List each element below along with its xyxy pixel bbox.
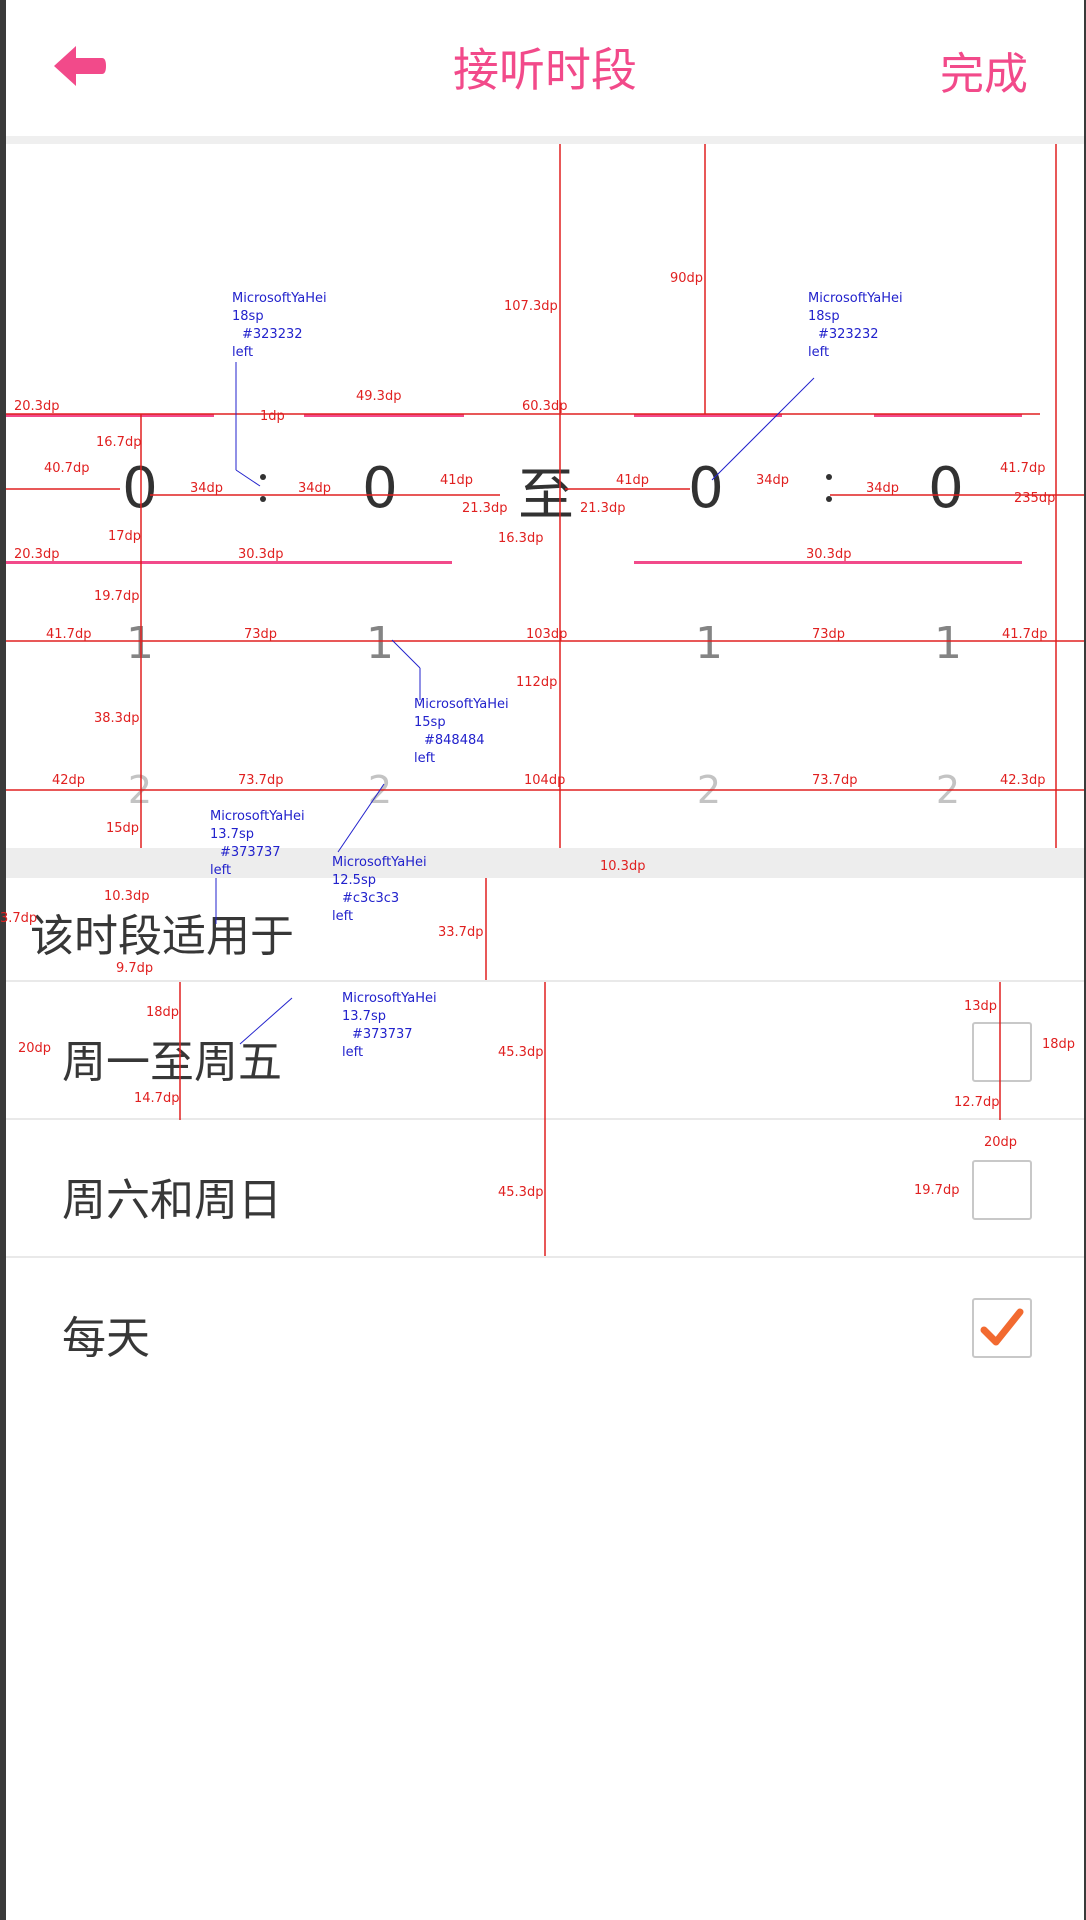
weekdays-checkbox[interactable] [972,1022,1032,1082]
header-divider [6,136,1084,144]
svg-text:left: left [332,909,353,924]
option-weekdays[interactable]: 周一至周五 [6,980,1084,1120]
selection-line [6,561,452,564]
end-minute-wheel[interactable]: 0 [906,456,986,521]
selection-line [634,414,782,417]
done-button[interactable]: 完成 [940,38,1028,102]
to-label: 至 [518,463,574,528]
svg-text:33.7dp: 33.7dp [438,925,483,940]
wheel-next-value[interactable]: 1 [340,618,420,669]
section-divider [6,848,1084,878]
selection-line [6,414,214,417]
everyday-checkbox[interactable] [972,1298,1032,1358]
wheel-next-value[interactable]: 1 [669,618,749,669]
time-range-picker[interactable]: 0 0 至 0 0 1 1 1 1 2 2 2 2 [6,144,1084,848]
option-label: 每天 [62,1313,150,1364]
svg-text:#c3c3c3: #c3c3c3 [342,891,399,906]
wheel-far-value[interactable]: 2 [340,768,420,812]
wheel-far-value[interactable]: 2 [908,768,988,812]
option-label: 周一至周五 [62,1037,282,1088]
applies-to-label: 该时段适用于 [30,911,294,962]
wheel-far-value[interactable]: 2 [100,768,180,812]
option-everyday[interactable]: 每天 [6,1256,1084,1396]
end-hour-wheel[interactable]: 0 [666,456,746,521]
selection-line [874,414,1022,417]
time-colon [260,474,266,518]
checkmark-icon [980,1308,1024,1346]
option-weekend[interactable]: 周六和周日 [6,1118,1084,1258]
selection-line [304,414,464,417]
app-header: 接听时段 完成 [6,0,1084,136]
wheel-far-value[interactable]: 2 [669,768,749,812]
start-hour-wheel[interactable]: 0 [100,456,180,521]
page-title: 接听时段 [453,43,637,97]
start-minute-wheel[interactable]: 0 [340,456,420,521]
selection-line [634,561,1022,564]
weekend-checkbox[interactable] [972,1160,1032,1220]
wheel-next-value[interactable]: 1 [908,618,988,669]
option-label: 周六和周日 [62,1175,282,1226]
wheel-next-value[interactable]: 1 [100,618,180,669]
time-colon [826,474,832,518]
